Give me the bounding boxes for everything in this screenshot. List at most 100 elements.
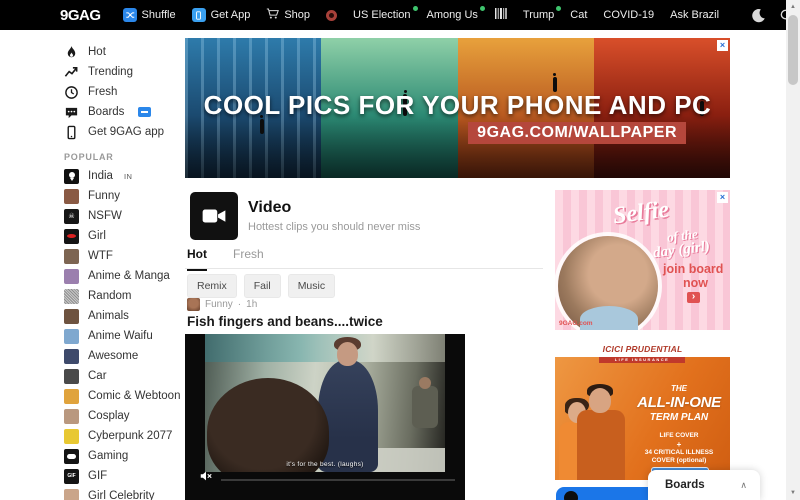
video-progress-bar[interactable] [221, 479, 455, 481]
record-icon [326, 10, 337, 21]
banner-url: 9GAG.COM/WALLPAPER [468, 122, 686, 144]
popular-header: POPULAR [64, 152, 185, 162]
boards-new-badge [138, 107, 151, 117]
9gag-logo[interactable]: 9GAG [60, 7, 101, 24]
video-camera-icon [201, 203, 227, 229]
phone-icon [64, 125, 79, 140]
post-title[interactable]: Fish fingers and beans....twice [187, 314, 383, 329]
video-section-title: Video [248, 199, 291, 217]
nav-item-shuffle[interactable]: Shuffle [123, 8, 176, 22]
sidebar-item-boards[interactable]: Boards [64, 102, 185, 122]
icici-term-plan-ad[interactable]: ICICI PRUDENTIAL LIFE INSURANCE THE ALL-… [555, 340, 730, 480]
sidebar-item-nsfw[interactable]: ☠ NSFW [64, 206, 185, 226]
sidebar-item-anime-manga[interactable]: Anime & Manga [64, 266, 185, 286]
sidebar-item-trending[interactable]: Trending [64, 62, 185, 82]
video-frame [205, 334, 445, 472]
trending-icon [64, 65, 79, 80]
icici-brand-logo: ICICI PRUDENTIAL [603, 344, 683, 354]
anime-waifu-board-avatar-icon [64, 329, 79, 344]
video-section-subtitle: Hottest clips you should never miss [248, 221, 420, 233]
sidebar-item-comic-webtoon[interactable]: Comic & Webtoon [64, 386, 185, 406]
sidebar-item-gif[interactable]: GIF GIF [64, 466, 185, 486]
join-board-cta[interactable]: join board [663, 262, 723, 276]
nav-item-get-app[interactable]: Get App [192, 8, 251, 22]
nav-item-covid19[interactable]: COVID-19 [603, 9, 654, 21]
nav-item-ask-brazil[interactable]: Ask Brazil [670, 9, 719, 21]
sidebar-popular-list: India IN Funny ☠ NSFW Girl WTF Anime & M… [64, 166, 185, 500]
video-section-icon [190, 192, 238, 240]
live-dot [556, 6, 561, 11]
sidebar-item-india[interactable]: India IN [64, 166, 185, 186]
chip-music[interactable]: Music [288, 274, 335, 298]
post-board-name[interactable]: Funny [205, 299, 233, 310]
nav-item-among-us[interactable]: Among Us [427, 9, 478, 21]
left-sidebar: Hot Trending Fresh Boards Get 9GAG app P… [0, 30, 185, 500]
india-board-avatar-icon [64, 169, 79, 184]
icici-brand-tagline: LIFE INSURANCE [599, 357, 685, 363]
scrollbar-thumb[interactable] [788, 15, 798, 85]
banner-close-icon[interactable]: × [717, 40, 728, 51]
dark-mode-moon-icon[interactable] [751, 8, 766, 23]
chevron-up-icon: ∧ [740, 480, 747, 491]
nav-item-barcode[interactable] [494, 8, 507, 22]
wallpaper-banner-ad[interactable]: COOL PICS FOR YOUR PHONE AND PC 9GAG.COM… [185, 38, 730, 178]
awesome-board-avatar-icon [64, 349, 79, 364]
scroll-up-arrow[interactable]: ▲ [786, 0, 800, 14]
sidebar-item-random[interactable]: Random [64, 286, 185, 306]
sidebar-item-wtf[interactable]: WTF [64, 246, 185, 266]
comic-webtoon-board-avatar-icon [64, 389, 79, 404]
sidebar-item-awesome[interactable]: Awesome [64, 346, 185, 366]
anime-manga-board-avatar-icon [64, 269, 79, 284]
sidebar-item-girl[interactable]: Girl [64, 226, 185, 246]
sidebar-item-cosplay[interactable]: Cosplay [64, 406, 185, 426]
post-board-avatar[interactable] [187, 298, 200, 311]
sidebar-item-hot[interactable]: Hot [64, 42, 185, 62]
barcode-icon [494, 8, 507, 22]
nav-item-us-election[interactable]: US Election [353, 9, 410, 21]
bottom-ad-peek[interactable] [556, 487, 656, 500]
video-player[interactable]: it's for the best. (laughs) [185, 334, 465, 500]
boards-panel[interactable]: Boards ∧ [648, 470, 760, 500]
tabs-divider [185, 268, 543, 269]
car-board-avatar-icon [64, 369, 79, 384]
random-board-avatar-icon [64, 289, 79, 304]
funny-board-avatar-icon [64, 189, 79, 204]
nav-item-cat[interactable]: Cat [570, 9, 587, 21]
mute-speaker-icon[interactable] [199, 469, 213, 488]
selfie-board-ad[interactable]: Selfie of the day (girl) join board now … [555, 190, 730, 330]
clock-icon [64, 85, 79, 100]
chip-fail[interactable]: Fail [244, 274, 281, 298]
selfie-ad-close-icon[interactable]: × [717, 192, 728, 203]
scroll-down-arrow[interactable]: ▼ [786, 486, 800, 500]
top-nav: 9GAG Shuffle Get App Shop US Election [0, 0, 786, 30]
filter-chips: Remix Fail Music [187, 274, 335, 298]
live-dot [413, 6, 418, 11]
sidebar-item-fresh[interactable]: Fresh [64, 82, 185, 102]
sidebar-item-get-app[interactable]: Get 9GAG app [64, 122, 185, 142]
sidebar-item-girl-celebrity[interactable]: Girl Celebrity [64, 486, 185, 500]
live-dot [480, 6, 485, 11]
wtf-board-avatar-icon [64, 249, 79, 264]
girl-board-avatar-icon [64, 229, 79, 244]
nav-item-shop[interactable]: Shop [266, 7, 310, 23]
nav-item-record[interactable] [326, 10, 337, 21]
sidebar-item-car[interactable]: Car [64, 366, 185, 386]
banner-headline: COOL PICS FOR YOUR PHONE AND PC [185, 90, 730, 121]
cart-icon [266, 7, 279, 23]
gaming-board-avatar-icon [64, 449, 79, 464]
sidebar-item-anime-waifu[interactable]: Anime Waifu [64, 326, 185, 346]
nsfw-board-avatar-icon: ☠ [64, 209, 79, 224]
sidebar-item-gaming[interactable]: Gaming [64, 446, 185, 466]
arrow-right-icon[interactable]: › [687, 292, 700, 303]
sidebar-item-animals[interactable]: Animals [64, 306, 185, 326]
selfie-girl-photo [558, 236, 658, 330]
page-scrollbar[interactable]: ▲ ▼ [786, 0, 800, 500]
sidebar-item-funny[interactable]: Funny [64, 186, 185, 206]
sidebar-item-cyberpunk-2077[interactable]: Cyberpunk 2077 [64, 426, 185, 446]
post-time: 1h [246, 299, 257, 310]
phone-app-icon [192, 8, 206, 22]
nav-item-trump[interactable]: Trump [523, 9, 554, 21]
girl-celebrity-board-avatar-icon [64, 489, 79, 500]
chip-remix[interactable]: Remix [187, 274, 237, 298]
gif-board-avatar-icon: GIF [64, 469, 79, 484]
